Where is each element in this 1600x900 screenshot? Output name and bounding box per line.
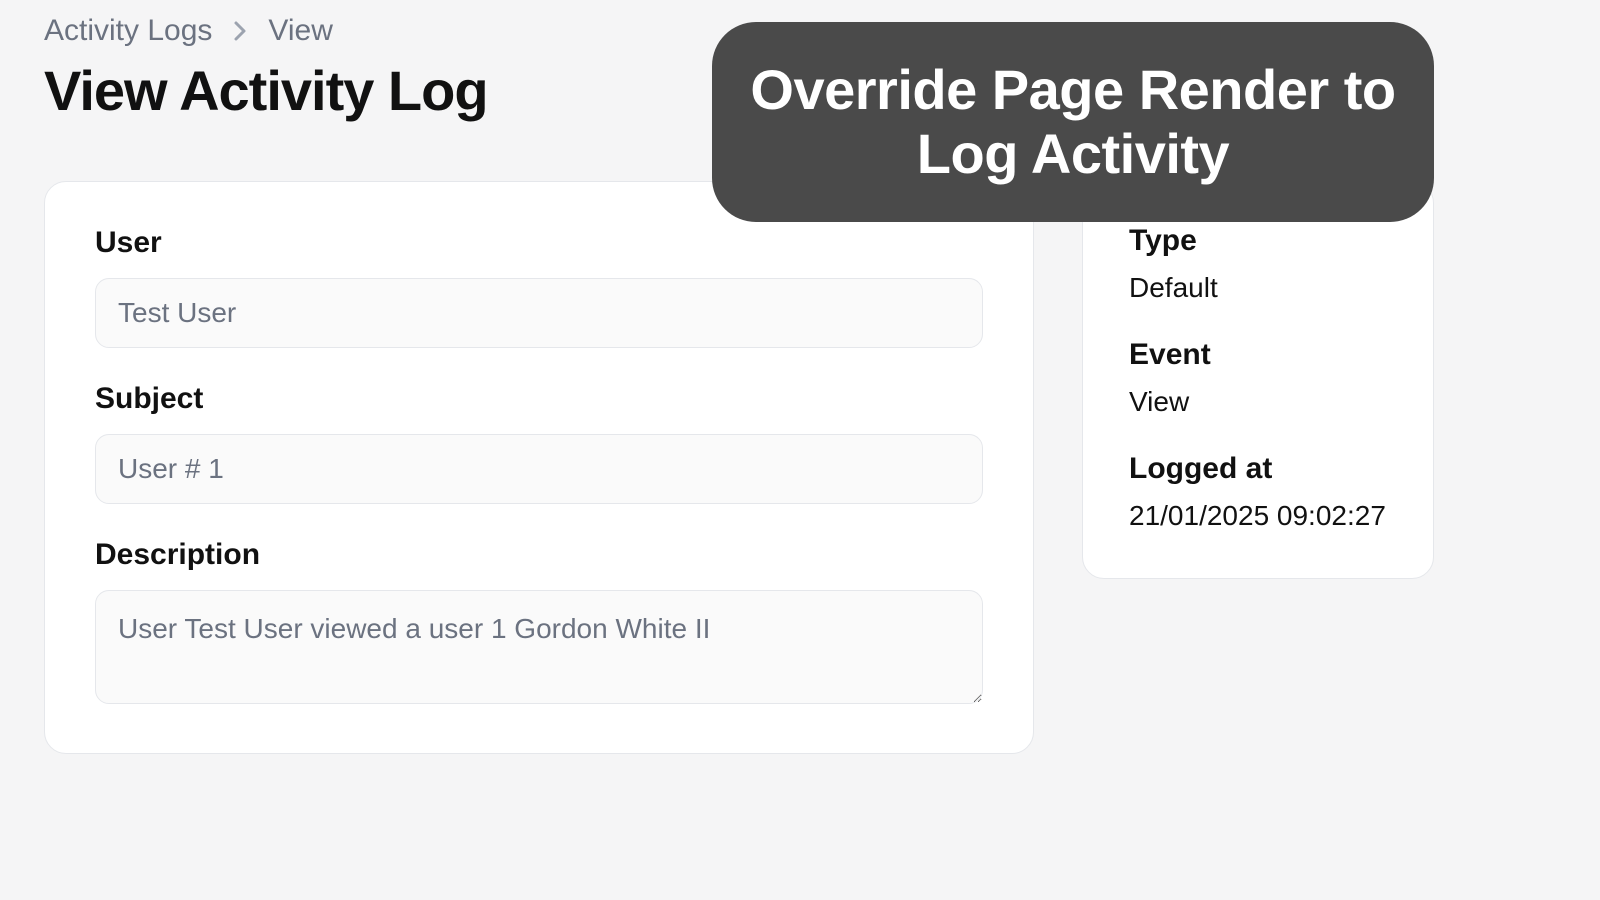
meta-type-label: Type (1129, 224, 1387, 258)
subject-label: Subject (95, 382, 983, 416)
meta-type-value: Default (1129, 272, 1387, 304)
activity-detail-card: User Subject Description User Test User … (44, 181, 1034, 754)
content-area: User Subject Description User Test User … (44, 181, 1556, 754)
description-field: Description User Test User viewed a user… (95, 538, 983, 709)
meta-logged-at-value: 21/01/2025 09:02:27 (1129, 500, 1387, 532)
subject-input[interactable] (95, 434, 983, 504)
breadcrumb-current: View (268, 14, 332, 48)
meta-logged-at: Logged at 21/01/2025 09:02:27 (1129, 452, 1387, 532)
user-field: User (95, 226, 983, 348)
meta-event-label: Event (1129, 338, 1387, 372)
meta-event-value: View (1129, 386, 1387, 418)
description-label: Description (95, 538, 983, 572)
activity-meta-card: Type Default Event View Logged at 21/01/… (1082, 181, 1434, 579)
chevron-right-icon (232, 19, 248, 43)
meta-logged-at-label: Logged at (1129, 452, 1387, 486)
overlay-banner: Override Page Render to Log Activity (712, 22, 1434, 222)
description-textarea[interactable]: User Test User viewed a user 1 Gordon Wh… (95, 590, 983, 704)
subject-field: Subject (95, 382, 983, 504)
meta-event: Event View (1129, 338, 1387, 418)
user-label: User (95, 226, 983, 260)
overlay-text: Override Page Render to Log Activity (742, 58, 1404, 187)
breadcrumb-root-link[interactable]: Activity Logs (44, 14, 212, 48)
user-input[interactable] (95, 278, 983, 348)
meta-type: Type Default (1129, 224, 1387, 304)
